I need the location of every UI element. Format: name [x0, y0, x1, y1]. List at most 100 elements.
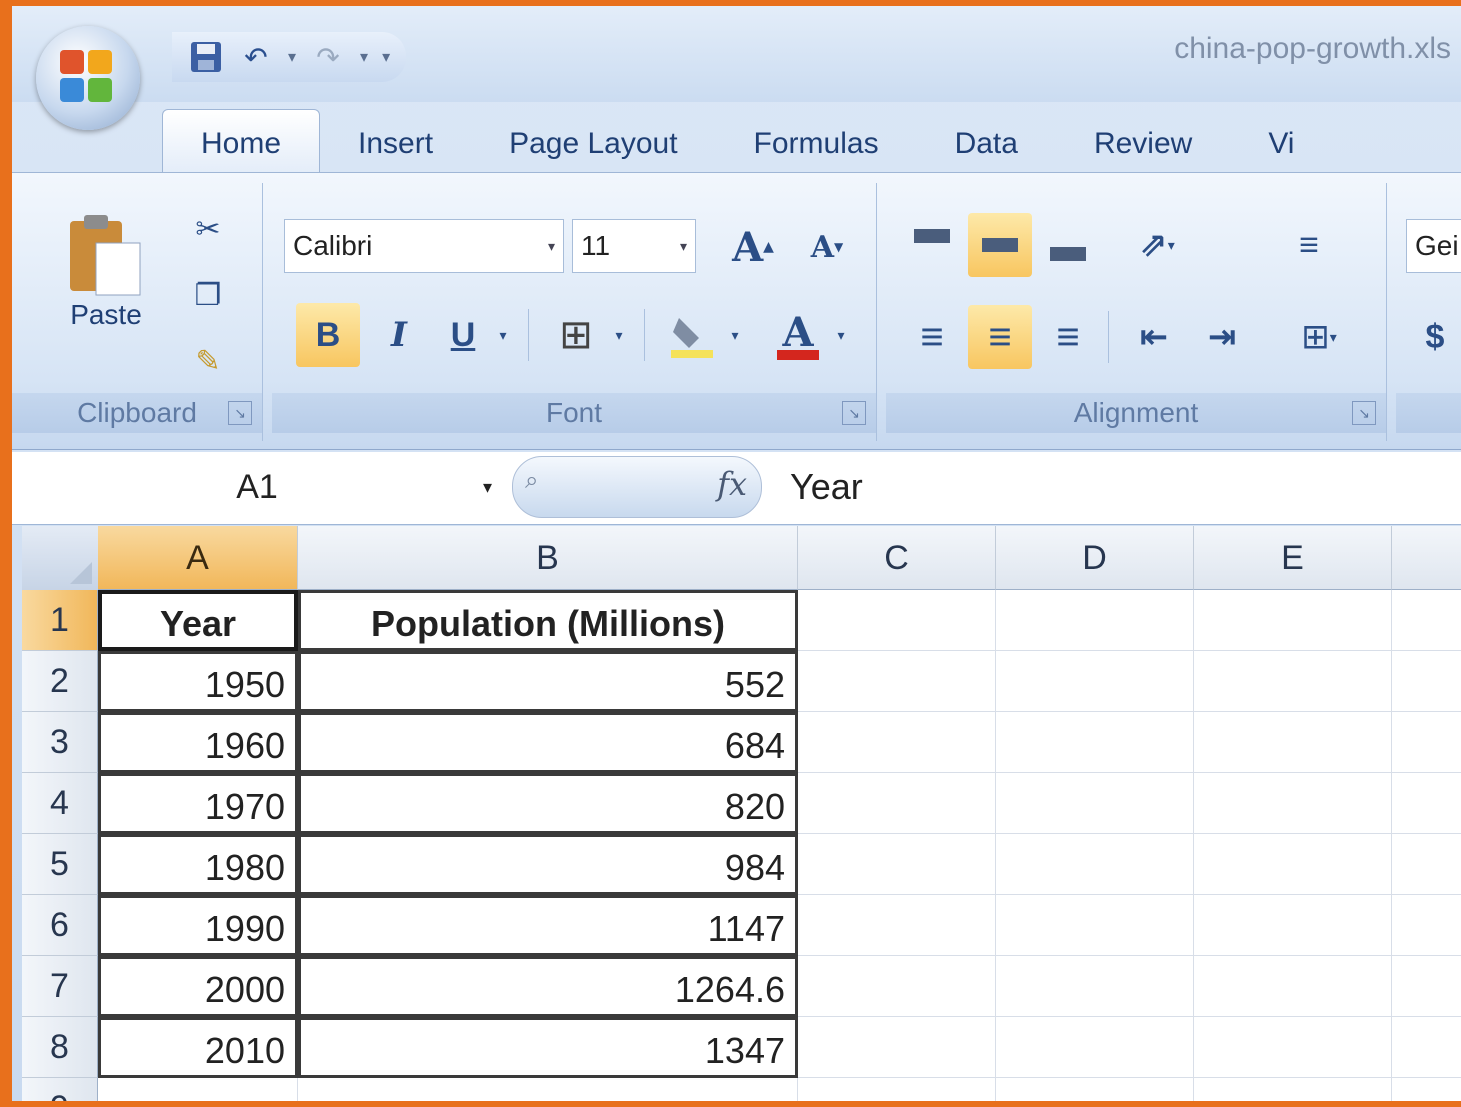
align-center-icon[interactable]: ≡ — [968, 305, 1032, 369]
row-header-6[interactable]: 6 — [22, 895, 98, 956]
number-format-select[interactable]: Gei — [1406, 219, 1461, 273]
row-header-1[interactable]: 1 — [22, 590, 98, 651]
empty-cell[interactable] — [798, 651, 996, 712]
font-launcher-icon[interactable]: ↘ — [842, 401, 866, 425]
alignment-launcher-icon[interactable]: ↘ — [1352, 401, 1376, 425]
empty-cell[interactable] — [798, 834, 996, 895]
empty-cell[interactable] — [798, 590, 996, 651]
empty-cell[interactable] — [1194, 1017, 1392, 1078]
data-cell[interactable]: 1990 — [98, 895, 298, 956]
empty-cell[interactable] — [98, 1078, 298, 1101]
orientation-icon[interactable]: ⇗ ▾ — [1112, 213, 1202, 277]
italic-button[interactable]: I — [372, 303, 426, 367]
tab-insert[interactable]: Insert — [320, 110, 471, 172]
copy-icon[interactable]: ❐ — [184, 271, 232, 319]
borders-dropdown-icon[interactable]: ▾ — [608, 303, 630, 367]
empty-cell[interactable] — [298, 1078, 798, 1101]
empty-cell[interactable] — [996, 1078, 1194, 1101]
empty-cell[interactable] — [996, 712, 1194, 773]
save-icon[interactable] — [188, 39, 224, 75]
empty-cell[interactable] — [1392, 712, 1461, 773]
empty-cell[interactable] — [1194, 895, 1392, 956]
font-name-select[interactable]: Calibri ▾ — [284, 219, 564, 273]
top-align-icon[interactable] — [900, 213, 964, 277]
font-color-dropdown-icon[interactable]: ▾ — [830, 303, 852, 367]
data-cell[interactable]: 684 — [298, 712, 798, 773]
data-cell[interactable]: 1264.6 — [298, 956, 798, 1017]
empty-cell[interactable] — [1392, 956, 1461, 1017]
empty-cell[interactable] — [1194, 956, 1392, 1017]
empty-cell[interactable] — [1392, 895, 1461, 956]
column-header-e[interactable]: E — [1194, 526, 1392, 590]
empty-cell[interactable] — [1194, 834, 1392, 895]
decrease-indent-icon[interactable]: ⇤ — [1122, 305, 1186, 369]
row-header-8[interactable]: 8 — [22, 1017, 98, 1078]
row-header-2[interactable]: 2 — [22, 651, 98, 712]
empty-cell[interactable] — [1392, 1078, 1461, 1101]
format-painter-icon[interactable]: ✎ — [184, 337, 232, 385]
data-cell[interactable]: 1950 — [98, 651, 298, 712]
column-header-a[interactable]: A — [98, 526, 298, 590]
tab-data[interactable]: Data — [917, 110, 1056, 172]
bold-button[interactable]: B — [296, 303, 360, 367]
underline-dropdown-icon[interactable]: ▾ — [492, 303, 514, 367]
empty-cell[interactable] — [1194, 712, 1392, 773]
empty-cell[interactable] — [798, 1017, 996, 1078]
font-color-icon[interactable]: A — [766, 303, 830, 367]
office-button[interactable] — [36, 26, 140, 130]
column-header-f[interactable] — [1392, 526, 1461, 590]
align-right-icon[interactable]: ≡ — [1036, 305, 1100, 369]
middle-align-icon[interactable] — [968, 213, 1032, 277]
column-header-b[interactable]: B — [298, 526, 798, 590]
undo-icon[interactable]: ↶ — [238, 39, 274, 75]
redo-dropdown-icon[interactable]: ▾ — [360, 47, 368, 67]
row-header-4[interactable]: 4 — [22, 773, 98, 834]
select-all-button[interactable] — [22, 526, 99, 591]
shrink-font-button[interactable]: A ▼ — [796, 221, 858, 273]
data-cell[interactable]: 2000 — [98, 956, 298, 1017]
empty-cell[interactable] — [996, 773, 1194, 834]
empty-cell[interactable] — [996, 1017, 1194, 1078]
data-cell[interactable]: 820 — [298, 773, 798, 834]
customize-toolbar-icon[interactable]: ▾ — [382, 47, 390, 67]
empty-cell[interactable] — [996, 895, 1194, 956]
tab-formulas[interactable]: Formulas — [716, 110, 917, 172]
column-header-c[interactable]: C — [798, 526, 996, 590]
redo-icon[interactable]: ↷ — [310, 39, 346, 75]
data-cell[interactable]: 552 — [298, 651, 798, 712]
empty-cell[interactable] — [996, 590, 1194, 651]
data-cell[interactable]: 1980 — [98, 834, 298, 895]
data-cell[interactable]: 1147 — [298, 895, 798, 956]
merge-center-icon[interactable]: ⊞ ▾ — [1274, 305, 1364, 369]
empty-cell[interactable] — [1392, 834, 1461, 895]
empty-cell[interactable] — [798, 773, 996, 834]
data-cell[interactable]: 1970 — [98, 773, 298, 834]
paste-button[interactable]: Paste — [56, 197, 156, 347]
underline-button[interactable]: U — [436, 303, 490, 367]
empty-cell[interactable] — [798, 712, 996, 773]
name-box[interactable]: A1 ▾ — [22, 458, 492, 516]
empty-cell[interactable] — [1194, 590, 1392, 651]
fill-color-icon[interactable] — [660, 303, 724, 367]
wrap-text-icon[interactable]: ≡ — [1274, 213, 1344, 277]
empty-cell[interactable] — [1392, 590, 1461, 651]
grow-font-button[interactable]: A ▲ — [722, 221, 784, 273]
empty-cell[interactable] — [1194, 773, 1392, 834]
tab-view[interactable]: Vi — [1230, 110, 1332, 172]
row-header-7[interactable]: 7 — [22, 956, 98, 1017]
cut-icon[interactable]: ✂ — [184, 205, 232, 253]
data-cell[interactable]: 2010 — [98, 1017, 298, 1078]
empty-cell[interactable] — [996, 834, 1194, 895]
data-cell[interactable]: 1347 — [298, 1017, 798, 1078]
tab-page-layout[interactable]: Page Layout — [471, 110, 715, 172]
empty-cell[interactable] — [1392, 1017, 1461, 1078]
row-header-3[interactable]: 3 — [22, 712, 98, 773]
empty-cell[interactable] — [1194, 1078, 1392, 1101]
insert-function-button[interactable]: fx — [717, 465, 747, 503]
empty-cell[interactable] — [1392, 773, 1461, 834]
currency-button[interactable]: $ — [1410, 305, 1460, 369]
data-cell[interactable]: 984 — [298, 834, 798, 895]
empty-cell[interactable] — [996, 956, 1194, 1017]
header-cell[interactable]: Population (Millions) — [298, 590, 798, 651]
clipboard-launcher-icon[interactable]: ↘ — [228, 401, 252, 425]
